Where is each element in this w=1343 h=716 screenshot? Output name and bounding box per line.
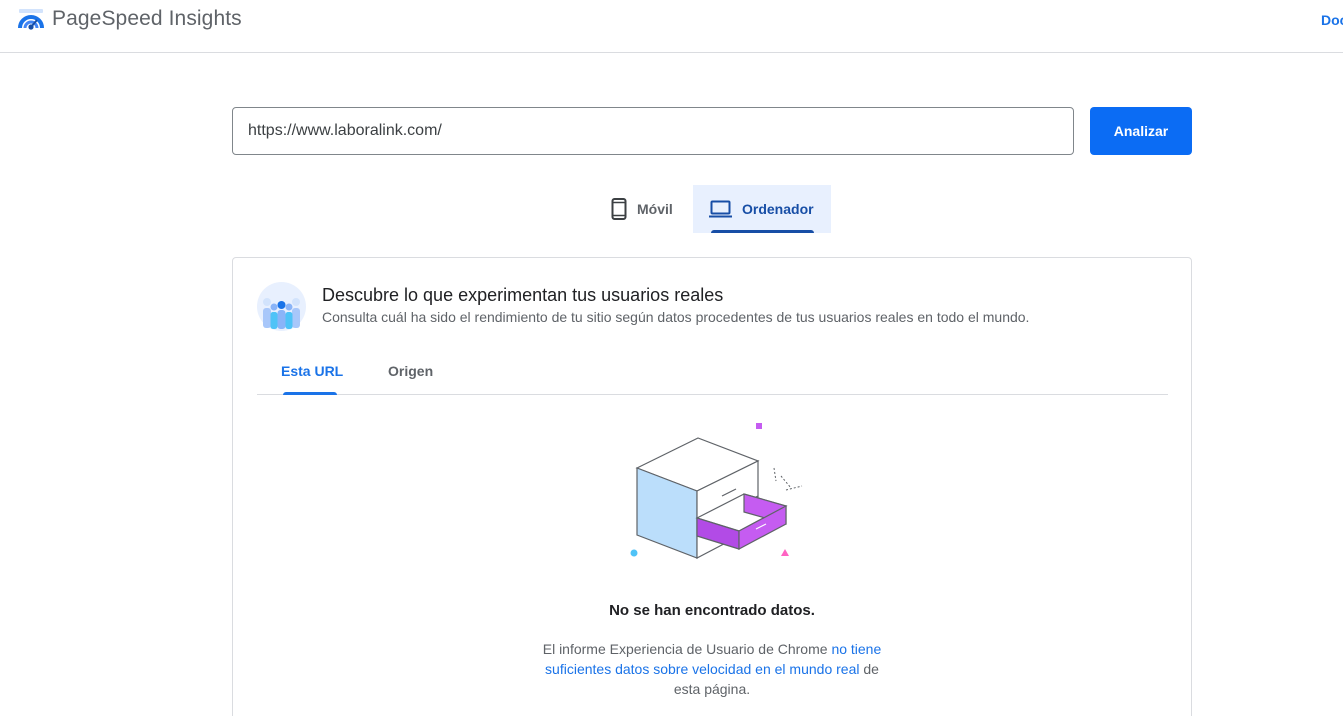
tab-origin-label: Origen (388, 363, 434, 379)
tab-this-url-indicator (283, 392, 337, 395)
card-title: Descubre lo que experimentan tus usuario… (322, 285, 724, 305)
tab-this-url-label: Esta URL (281, 363, 344, 379)
pagespeed-logo[interactable]: PageSpeed Insights (18, 6, 242, 32)
empty-state-title: No se han encontrado datos. (609, 602, 815, 619)
tab-this-url[interactable]: Esta URL (281, 347, 343, 395)
tab-desktop[interactable]: Ordenador (693, 185, 831, 233)
docs-link[interactable]: Doc (1321, 12, 1343, 28)
scope-tabs: Esta URL Origen (257, 347, 1168, 395)
url-input[interactable] (232, 107, 1074, 155)
tab-mobile[interactable]: Móvil (595, 185, 693, 233)
app-title: PageSpeed Insights (52, 7, 242, 30)
tab-desktop-label: Ordenador (742, 201, 814, 217)
real-users-icon (257, 282, 306, 331)
pagespeed-logo-icon (18, 9, 44, 30)
tab-desktop-indicator (711, 230, 814, 233)
tab-origin[interactable]: Origen (388, 347, 433, 395)
laptop-icon (709, 200, 732, 218)
field-data-card: Descubre lo que experimentan tus usuario… (232, 257, 1192, 716)
empty-drawer-illustration (626, 418, 806, 568)
card-subtitle: Consulta cuál ha sido el rendimiento de … (322, 309, 1030, 325)
smartphone-icon (611, 198, 627, 220)
tab-mobile-label: Móvil (637, 201, 673, 217)
analyze-button[interactable]: Analizar (1090, 107, 1192, 155)
empty-state-text-before: El informe Experiencia de Usuario de Chr… (542, 641, 832, 657)
empty-state-text: El informe Experiencia de Usuario de Chr… (532, 639, 892, 699)
top-bar: PageSpeed Insights Doc (0, 0, 1343, 53)
